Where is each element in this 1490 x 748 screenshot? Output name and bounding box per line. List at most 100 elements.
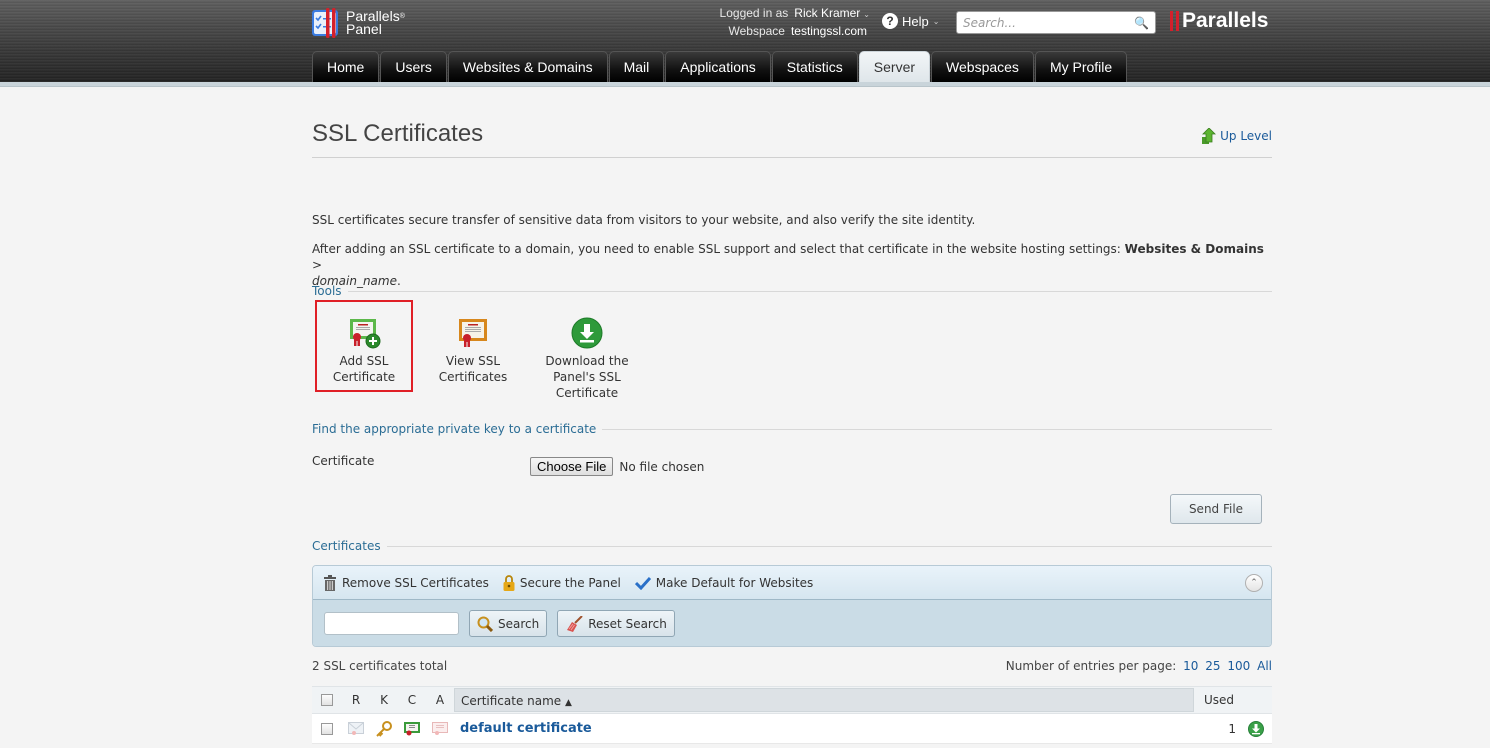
tool-label: Certificate [332, 370, 396, 384]
certificate-icon [398, 721, 426, 736]
per-page-25[interactable]: 25 [1205, 659, 1220, 673]
secure-panel-button[interactable]: Secure the Panel [503, 574, 621, 591]
header-divider [0, 82, 1490, 87]
search-icon[interactable]: 🔍 [1134, 16, 1149, 30]
private-key-icon [370, 720, 398, 737]
collapse-panel-button[interactable]: ⌃ [1245, 574, 1263, 592]
tool-label: Certificates [438, 370, 508, 384]
tab-my-profile[interactable]: My Profile [1034, 51, 1128, 82]
request-status-icon [342, 721, 370, 736]
private-key-section-heading: Find the appropriate private key to a ce… [312, 422, 1272, 436]
row-checkbox[interactable] [321, 722, 333, 735]
tool-label: Add SSL [339, 354, 389, 368]
column-k[interactable]: K [370, 693, 398, 707]
certificates-search-input[interactable] [324, 612, 459, 635]
global-search-input[interactable] [963, 15, 1135, 30]
help-label: Help [902, 13, 929, 29]
tab-mail[interactable]: Mail [608, 51, 665, 82]
ca-certificate-icon [426, 721, 454, 736]
certificate-file-input: Choose File No file chosen [530, 457, 704, 476]
tab-users[interactable]: Users [380, 51, 447, 82]
up-level-link[interactable]: Up Level [1202, 128, 1272, 144]
certificates-panel: Remove SSL Certificates Secure the Panel… [312, 565, 1272, 647]
add-certificate-icon [347, 317, 381, 349]
make-default-button[interactable]: Make Default for Websites [634, 575, 814, 590]
magnifier-icon [477, 616, 493, 632]
reset-search-button[interactable]: Reset Search [557, 610, 675, 637]
tab-websites-domains[interactable]: Websites & Domains [447, 51, 608, 82]
view-certificates-icon [456, 317, 490, 349]
column-a[interactable]: A [426, 693, 454, 707]
tools-heading: Tools [312, 284, 342, 298]
chevron-down-icon: ⌄ [932, 16, 940, 26]
download-certificate-icon[interactable] [1248, 720, 1264, 737]
table-row: default certificate 1 [312, 714, 1272, 744]
certificates-toolbar: Remove SSL Certificates Secure the Panel… [313, 566, 1271, 600]
broom-icon [567, 615, 583, 632]
used-count: 1 [1228, 721, 1236, 736]
global-search: 🔍 [956, 11, 1156, 34]
tools-list: Add SSL Certificate View SSL Certificate… [312, 300, 644, 401]
download-panel-certificate-tool[interactable]: Download the Panel's SSL Certificate [530, 301, 644, 401]
tab-server[interactable]: Server [858, 51, 931, 82]
help-icon: ? [882, 13, 898, 29]
parallels-panel-logo[interactable]: Parallels® Panel [312, 8, 405, 38]
certificate-name-link[interactable]: default certificate [460, 721, 592, 736]
title-divider [312, 157, 1272, 158]
certificates-heading: Certificates [312, 539, 381, 553]
per-page-label: Number of entries per page: [1005, 659, 1177, 673]
secure-label: Secure the Panel [519, 575, 621, 590]
panel-logo-icon [312, 8, 342, 38]
brand-text: Parallels [1182, 9, 1269, 32]
up-arrow-icon [1202, 128, 1217, 144]
column-certificate-name[interactable]: Certificate name ▲ [454, 688, 1194, 712]
view-ssl-certificates-tool[interactable]: View SSL Certificates [416, 301, 530, 401]
brand-bars-icon [1170, 11, 1179, 31]
reset-search-label: Reset Search [588, 616, 667, 631]
hint-path-bold: Websites & Domains [1124, 242, 1264, 256]
webspace-value[interactable]: testingssl.com [791, 23, 867, 40]
per-page-100[interactable]: 100 [1227, 659, 1250, 673]
column-used[interactable]: Used [1194, 693, 1234, 707]
description-hint: After adding an SSL certificate to a dom… [312, 241, 1272, 289]
page-title: SSL Certificates [312, 120, 484, 147]
table-header: R K C A Certificate name ▲ Used [312, 686, 1272, 714]
up-level-label: Up Level [1220, 129, 1272, 143]
tool-label: Download the [545, 354, 629, 368]
hint-separator: > [312, 258, 323, 272]
logged-in-label: Logged in as [719, 6, 789, 20]
tools-section-heading: Tools [312, 284, 1272, 298]
choose-file-button[interactable]: Choose File [530, 457, 614, 476]
chevron-down-icon: ⌄ [863, 10, 870, 19]
tab-statistics[interactable]: Statistics [771, 51, 858, 82]
column-c[interactable]: C [398, 693, 426, 707]
certificate-field-label: Certificate [312, 454, 375, 468]
tab-home[interactable]: Home [312, 51, 380, 82]
file-status: No file chosen [619, 459, 705, 474]
tab-webspaces[interactable]: Webspaces [931, 51, 1034, 82]
make-default-label: Make Default for Websites [655, 575, 814, 590]
search-button-label: Search [498, 616, 540, 631]
top-header: Parallels® Panel Logged in as Rick Krame… [0, 0, 1490, 82]
tool-label: Panel's SSL [553, 370, 621, 384]
per-page-10[interactable]: 10 [1183, 659, 1198, 673]
hint-text: After adding an SSL certificate to a dom… [312, 242, 1125, 256]
per-page-all[interactable]: All [1257, 659, 1272, 673]
user-menu[interactable]: Rick Kramer ⌄ [794, 5, 870, 23]
add-ssl-certificate-tool[interactable]: Add SSL Certificate [315, 300, 413, 392]
webspace-label: Webspace [728, 24, 785, 38]
tab-applications[interactable]: Applications [665, 51, 771, 82]
select-all-checkbox[interactable] [321, 694, 333, 706]
logo-line2: Panel [346, 21, 382, 37]
user-info: Logged in as Rick Kramer ⌄ Webspace testi… [690, 5, 870, 40]
description-text: SSL certificates secure transfer of sens… [312, 213, 976, 227]
sort-ascending-icon: ▲ [565, 698, 572, 708]
help-menu[interactable]: ? Help ⌄ [882, 13, 939, 29]
user-name: Rick Kramer [794, 6, 861, 20]
tool-label: View SSL [445, 354, 501, 368]
search-button[interactable]: Search [469, 610, 548, 637]
column-r[interactable]: R [342, 693, 370, 707]
remove-certificates-button[interactable]: Remove SSL Certificates [323, 574, 489, 591]
trash-icon [324, 574, 336, 591]
send-file-button[interactable]: Send File [1170, 494, 1262, 524]
